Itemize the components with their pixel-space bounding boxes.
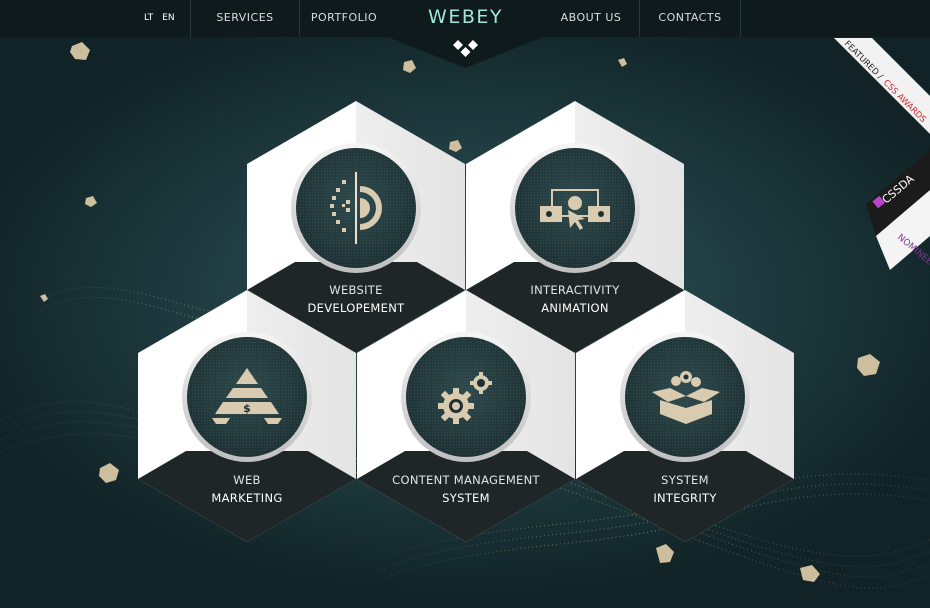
svg-text:$: $ — [243, 402, 251, 415]
service-label-content-management: CONTENT MANAGEMENT SYSTEM — [376, 471, 556, 507]
award-badges: FEATURED / CSS AWARDS CSSDA NOMINEE — [834, 38, 930, 270]
service-label-website-development: WEBSITE DEVELOPEMENT — [266, 281, 446, 317]
service-label-line2: MARKETING — [211, 491, 283, 505]
service-label-line2: ANIMATION — [541, 301, 609, 315]
service-label-system-integrity: SYSTEM INTEGRITY — [595, 471, 775, 507]
service-label-interactivity: INTERACTIVITY ANIMATION — [485, 281, 665, 317]
cssda-badge[interactable]: CSSDA NOMINEE — [866, 150, 930, 270]
service-label-web-marketing: WEB MARKETING — [157, 471, 337, 507]
service-label-line2: INTEGRITY — [653, 491, 717, 505]
service-label-line2: SYSTEM — [442, 491, 490, 505]
css-awards-ribbon[interactable]: FEATURED / CSS AWARDS — [834, 38, 930, 134]
service-label-line1: WEB — [233, 473, 261, 487]
service-label-line1: INTERACTIVITY — [530, 283, 620, 297]
services-honeycomb: $ — [138, 101, 794, 542]
service-label-line2: DEVELOPEMENT — [307, 301, 405, 315]
service-label-line1: SYSTEM — [661, 473, 709, 487]
service-label-line1: CONTENT MANAGEMENT — [392, 473, 540, 487]
service-label-line1: WEBSITE — [329, 283, 383, 297]
